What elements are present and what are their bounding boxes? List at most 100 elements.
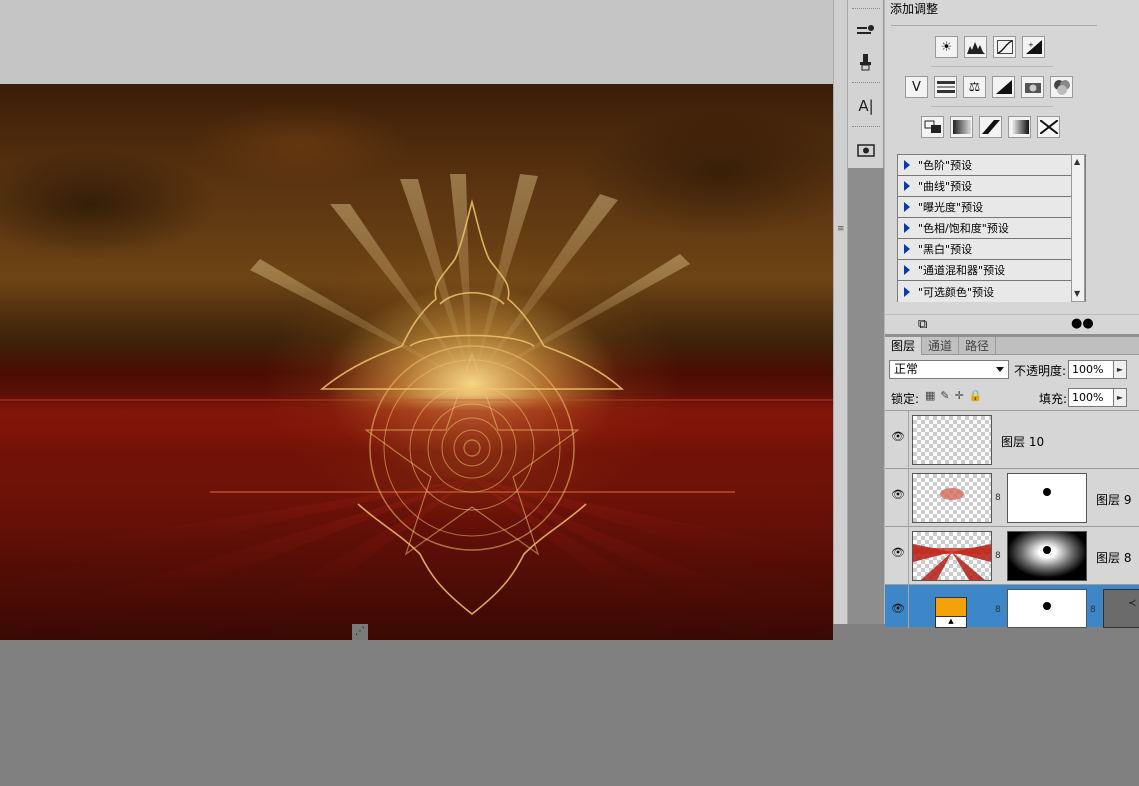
eye-icon[interactable]: 👁 — [891, 547, 905, 558]
hue-saturation-icon[interactable] — [934, 76, 957, 98]
layer-row-selected[interactable]: 👁 ▲ 8 8 ≺ — [885, 584, 1139, 628]
brush-presets-icon[interactable] — [853, 20, 879, 44]
expand-triangle-icon[interactable] — [904, 265, 910, 275]
panel-divider[interactable]: ≡ — [833, 0, 847, 624]
adjustments-panel: 添加调整 ☀ + V ⚖ "色阶"预设 "曲线"预设 "曝光度"预设 "色相/饱… — [884, 0, 1139, 628]
lock-label: 锁定: — [891, 392, 920, 406]
link-chain-icon[interactable]: 8 — [1090, 605, 1096, 615]
adjustment-presets-list: "色阶"预设 "曲线"预设 "曝光度"预设 "色相/饱和度"预设 "黑白"预设 … — [897, 154, 1086, 302]
document-canvas[interactable] — [0, 84, 833, 640]
photo-filter-icon[interactable] — [1021, 76, 1044, 98]
layer-thumbnail — [912, 473, 992, 523]
vibrance-icon[interactable]: V — [905, 76, 928, 98]
adjustment-type-icon: ▲ — [935, 617, 967, 628]
title-divider — [891, 25, 1097, 26]
preset-item-selective-color[interactable]: "可选颜色"预设 — [898, 281, 1085, 302]
opacity-label: 不透明度: — [1014, 364, 1067, 378]
icon-row-divider — [931, 66, 1053, 67]
opacity-slider-button[interactable]: ► — [1113, 360, 1127, 379]
fill-input[interactable]: 100% — [1068, 388, 1114, 407]
link-chain-icon[interactable]: 8 — [995, 493, 1001, 503]
adjustment-layer-thumbnail — [935, 597, 967, 617]
strip-separator — [852, 126, 880, 127]
invert-icon[interactable] — [921, 116, 944, 138]
blend-mode-select[interactable]: 正常 — [889, 360, 1009, 379]
preset-label: "曝光度"预设 — [918, 201, 984, 214]
eye-icon[interactable]: 👁 — [891, 489, 905, 500]
tab-layers[interactable]: 图层 — [885, 337, 923, 355]
tab-channels[interactable]: 通道 — [922, 337, 960, 355]
preset-item-exposure[interactable]: "曝光度"预设 — [898, 197, 1085, 218]
posterize-icon[interactable] — [950, 116, 973, 138]
canvas-artwork — [0, 174, 833, 640]
preset-label: "曲线"预设 — [918, 180, 973, 193]
lock-all-icon[interactable]: 🔒 — [969, 389, 983, 402]
expand-triangle-icon[interactable] — [904, 244, 910, 254]
layer-mask-thumbnail[interactable] — [1007, 473, 1087, 523]
eye-icon[interactable]: 👁 — [891, 603, 905, 614]
fill-slider-button[interactable]: ► — [1113, 388, 1127, 407]
expand-triangle-icon[interactable] — [904, 202, 910, 212]
preset-item-hue-saturation[interactable]: "色相/饱和度"预设 — [898, 218, 1085, 239]
strip-separator — [852, 8, 880, 9]
preset-item-black-white[interactable]: "黑白"预设 — [898, 239, 1085, 260]
expand-triangle-icon[interactable] — [904, 181, 910, 191]
black-white-icon[interactable] — [992, 76, 1015, 98]
opacity-input[interactable]: 100% — [1068, 360, 1114, 379]
channel-mixer-icon[interactable] — [1050, 76, 1073, 98]
levels-icon[interactable] — [964, 36, 987, 58]
layer-row[interactable]: 👁 8 图层 9 — [885, 468, 1139, 527]
preset-item-curves[interactable]: "曲线"预设 — [898, 176, 1085, 197]
gradient-map-icon[interactable] — [1008, 116, 1031, 138]
canvas-resize-grip[interactable]: ⋰ — [352, 624, 368, 640]
tab-paths[interactable]: 路径 — [959, 337, 997, 355]
scroll-down-arrow-icon[interactable]: ▼ — [1074, 289, 1080, 298]
divider-grip-icon[interactable]: ≡ — [837, 224, 845, 234]
lock-transparency-icon[interactable]: ▦ — [925, 389, 935, 402]
layer-row[interactable]: 👁 图层 10 — [885, 410, 1139, 469]
link-chain-icon[interactable]: 8 — [995, 605, 1001, 615]
workspace-background — [0, 0, 833, 84]
preset-item-levels[interactable]: "色阶"预设 — [898, 155, 1085, 176]
scroll-up-arrow-icon[interactable]: ▲ — [1074, 157, 1080, 166]
expand-triangle-icon[interactable] — [904, 160, 910, 170]
exposure-icon[interactable]: + — [1022, 36, 1045, 58]
mask-mark-icon: ≺ — [1128, 598, 1137, 609]
clone-source-icon[interactable] — [853, 50, 879, 74]
blend-mode-value: 正常 — [894, 362, 919, 376]
selective-color-icon[interactable] — [1037, 116, 1060, 138]
layer-mask-thumbnail[interactable] — [1007, 589, 1087, 628]
layer-mask-thumbnail[interactable] — [1007, 531, 1087, 581]
adjustment-icon-row-3 — [921, 116, 1060, 138]
photoshop-window: ⋰ ≡ A| 添加调整 ☀ + V ⚖ "色阶"预设 "曲线"预设 "曝光度"预… — [0, 0, 1139, 786]
layer-row[interactable]: 👁 8 图层 8 — [885, 526, 1139, 585]
strip-separator — [852, 82, 880, 83]
color-balance-icon[interactable]: ⚖ — [963, 76, 986, 98]
preset-label: "色阶"预设 — [918, 159, 973, 172]
adjustments-title: 添加调整 — [890, 2, 939, 16]
icon-row-divider — [931, 106, 1053, 107]
curves-icon[interactable] — [993, 36, 1016, 58]
character-panel-icon[interactable]: A| — [853, 94, 879, 118]
eye-icon[interactable]: 👁 — [891, 431, 905, 442]
preset-label: "色相/饱和度"预设 — [918, 222, 1009, 235]
expand-triangle-icon[interactable] — [904, 223, 910, 233]
adjustment-icon-row-2: V ⚖ — [905, 76, 1073, 98]
lock-image-icon[interactable]: ✎ — [940, 389, 949, 402]
preset-label: "通道混和器"预设 — [918, 264, 1006, 277]
camera-icon[interactable] — [853, 138, 879, 162]
preset-item-channel-mixer[interactable]: "通道混和器"预设 — [898, 260, 1085, 281]
brightness-icon[interactable]: ☀ — [935, 36, 958, 58]
layer-thumbnail — [912, 531, 992, 581]
clip-to-layer-icon[interactable]: ●● — [1071, 316, 1094, 331]
return-to-list-icon[interactable]: ⧉ — [918, 317, 927, 332]
layers-panel: 图层 通道 路径 正常 不透明度: 100% ► 锁定: ▦ ✎ ✛ 🔒 填充:… — [885, 334, 1139, 628]
lock-position-icon[interactable]: ✛ — [955, 389, 964, 402]
expand-triangle-icon[interactable] — [904, 286, 910, 297]
threshold-icon[interactable] — [979, 116, 1002, 138]
second-mask-thumbnail[interactable]: ≺ — [1103, 589, 1139, 628]
link-chain-icon[interactable]: 8 — [995, 551, 1001, 561]
chevron-down-icon — [996, 367, 1004, 372]
presets-scrollbar[interactable]: ▲ ▼ — [1071, 154, 1085, 302]
layer-thumbnail — [912, 415, 992, 465]
